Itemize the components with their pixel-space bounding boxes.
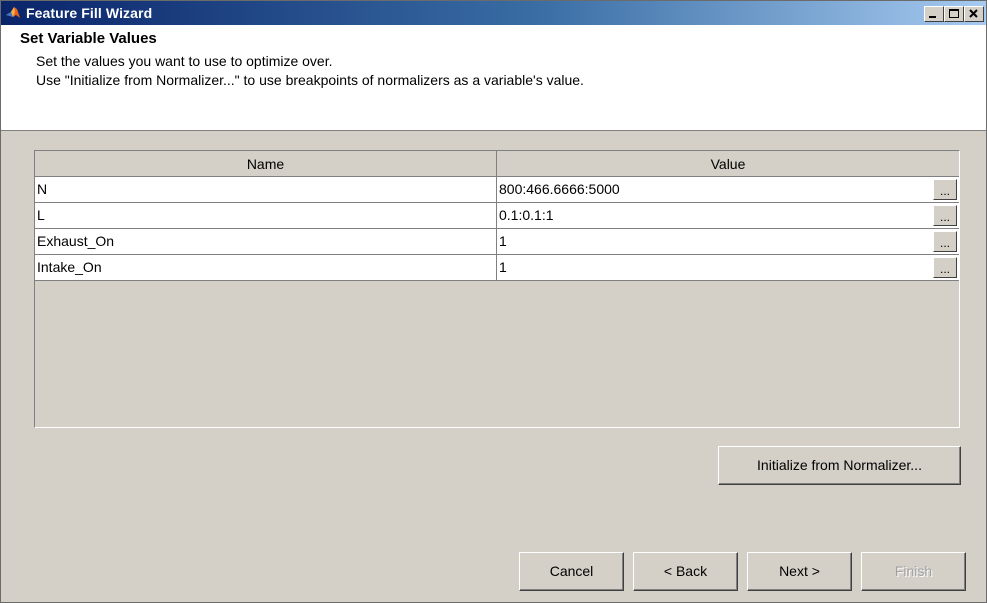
variable-name-cell[interactable]: Intake_On	[35, 255, 497, 280]
variable-name-cell[interactable]: N	[35, 177, 497, 202]
edit-value-button[interactable]: ...	[933, 231, 957, 252]
step-description-line-2: Use "Initialize from Normalizer..." to u…	[36, 72, 584, 88]
initialize-from-normalizer-button[interactable]: Initialize from Normalizer...	[718, 446, 961, 485]
table-row[interactable]: N 800:466.6666:5000 ...	[35, 177, 959, 203]
maximize-icon	[949, 9, 959, 18]
variable-value-cell[interactable]: 0.1:0.1:1	[497, 203, 931, 228]
edit-value-button[interactable]: ...	[933, 205, 957, 226]
close-icon	[969, 9, 978, 18]
column-header-value[interactable]: Value	[497, 151, 959, 177]
column-header-name[interactable]: Name	[35, 151, 497, 177]
variable-name-cell[interactable]: Exhaust_On	[35, 229, 497, 254]
edit-value-button[interactable]: ...	[933, 257, 957, 278]
step-title: Set Variable Values	[20, 30, 157, 47]
edit-value-button[interactable]: ...	[933, 179, 957, 200]
window-title: Feature Fill Wizard	[26, 5, 153, 21]
variable-name-cell[interactable]: L	[35, 203, 497, 228]
step-description-line-1: Set the values you want to use to optimi…	[36, 53, 333, 69]
next-button[interactable]: Next >	[747, 552, 852, 591]
variable-value-cell[interactable]: 1	[497, 229, 931, 254]
table-row[interactable]: L 0.1:0.1:1 ...	[35, 203, 959, 229]
wizard-window: Feature Fill Wizard Set Variable Values …	[0, 0, 987, 603]
back-button[interactable]: < Back	[633, 552, 738, 591]
table-row[interactable]: Intake_On 1 ...	[35, 255, 959, 281]
variable-values-table[interactable]: Name Value N 800:466.6666:5000 ... L 0.1…	[34, 150, 960, 428]
table-row[interactable]: Exhaust_On 1 ...	[35, 229, 959, 255]
minimize-icon	[929, 16, 936, 18]
matlab-icon	[5, 5, 21, 21]
title-bar[interactable]: Feature Fill Wizard	[1, 1, 986, 25]
variable-value-cell[interactable]: 800:466.6666:5000	[497, 177, 931, 202]
finish-button: Finish	[861, 552, 966, 591]
variable-value-cell[interactable]: 1	[497, 255, 931, 280]
minimize-button[interactable]	[924, 6, 944, 22]
cancel-button[interactable]: Cancel	[519, 552, 624, 591]
close-button[interactable]	[964, 6, 984, 22]
table-header: Name Value	[35, 151, 959, 177]
maximize-button[interactable]	[944, 6, 964, 22]
